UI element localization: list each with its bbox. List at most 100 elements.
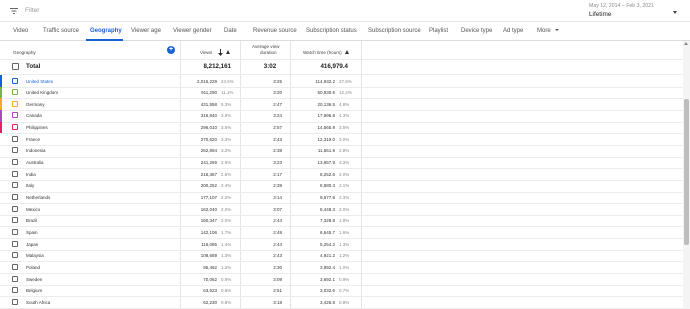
series-color-indicator <box>0 98 2 110</box>
row-checkbox[interactable] <box>12 77 18 84</box>
watch-time-percent: 1.8% <box>339 218 350 224</box>
watch-time-percent: 1.2% <box>339 253 350 259</box>
add-comparison-button[interactable]: + <box>167 46 175 54</box>
country-name: United Kingdom <box>26 90 59 96</box>
table-row[interactable]: Indonesia 262,894 3.2% 2:38 11,561.9 2.8% <box>0 145 683 157</box>
tab-revenue-source[interactable]: Revenue source <box>253 28 297 34</box>
table-row[interactable]: Germany 431,558 5.3% 2:47 20,136.5 4.8% <box>0 98 683 110</box>
tab-video[interactable]: Video <box>13 28 28 34</box>
row-checkbox[interactable] <box>12 147 18 154</box>
table-row[interactable]: Mexico 162,040 2.0% 3:07 8,448.3 2.0% <box>0 203 683 215</box>
table-row[interactable]: India 216,367 2.6% 2:17 8,252.6 2.0% <box>0 168 683 180</box>
row-checkbox[interactable] <box>12 194 18 200</box>
watch-time-value: 14,565.9 <box>317 125 335 131</box>
filter-icon[interactable] <box>10 7 18 15</box>
tab-ad-type[interactable]: Ad type <box>503 28 523 34</box>
avd-value: 3:20 <box>273 90 282 96</box>
views-value: 70,062 <box>203 276 217 282</box>
tab-viewer-gender[interactable]: Viewer gender <box>173 28 212 34</box>
table-row[interactable]: Japan 115,085 1.4% 2:44 5,254.2 1.3% <box>0 238 683 250</box>
series-color-indicator <box>0 86 2 99</box>
tab-date[interactable]: Date <box>224 28 237 34</box>
views-value: 2,015,229 <box>196 78 217 84</box>
table-row[interactable]: South Africa 62,230 0.8% 3:18 3,426.5 0.8% <box>0 296 683 308</box>
views-percent: 24.5% <box>221 78 234 84</box>
views-percent: 3.2% <box>221 148 232 154</box>
views-value: 431,558 <box>200 101 217 107</box>
table-row[interactable]: United States 2,015,229 24.5% 3:25 114,932.2… <box>0 75 683 87</box>
row-checkbox[interactable] <box>12 252 18 259</box>
watch-time-percent: 2.0% <box>339 171 350 177</box>
row-checkbox[interactable] <box>12 170 18 177</box>
watch-time-value: 17,996.8 <box>317 113 335 119</box>
tab-more[interactable]: More <box>537 28 559 34</box>
table-row[interactable]: Sweden 70,062 0.9% 3:09 3,692.1 0.9% <box>0 273 683 285</box>
table-row[interactable]: France 270,620 3.3% 2:43 12,319.0 3.0% <box>0 133 683 145</box>
scrollbar-thumb[interactable] <box>684 99 689 245</box>
watch-time-percent: 2.0% <box>339 206 350 212</box>
watch-time-percent: 1.3% <box>339 241 350 247</box>
views-percent: 1.3% <box>221 253 232 259</box>
table-row[interactable]: Italy 200,252 2.4% 2:39 8,880.3 2.1% <box>0 180 683 192</box>
tab-geography[interactable]: Geography <box>90 28 122 34</box>
views-percent: 3.9% <box>221 113 232 119</box>
table-row[interactable]: Brazil 160,347 2.0% 2:44 7,328.8 1.8% <box>0 215 683 227</box>
table-row[interactable]: Netherlands 177,107 2.2% 3:14 9,577.8 2.3% <box>0 192 683 204</box>
row-checkbox[interactable] <box>12 112 18 119</box>
tab-subscription-status[interactable]: Subscription status <box>306 28 357 34</box>
table-row[interactable]: Belgium 63,523 0.8% 2:51 3,032.6 0.7% <box>0 285 683 297</box>
avd-value: 2:30 <box>273 264 282 270</box>
row-checkbox[interactable] <box>12 135 18 142</box>
table-row[interactable]: United Kingdom 911,290 11.1% 3:20 50,830.5 12… <box>0 86 683 99</box>
tab-playlist[interactable]: Playlist <box>429 28 448 34</box>
row-checkbox[interactable] <box>12 159 18 166</box>
table-row[interactable]: Philippines 296,010 3.6% 2:57 14,565.9 3.5% <box>0 121 683 134</box>
row-checkbox[interactable] <box>12 263 18 270</box>
tab-device-type[interactable]: Device type <box>461 28 492 34</box>
tab-subscription-source[interactable]: Subscription source <box>368 28 421 34</box>
sort-arrow-down-icon[interactable] <box>218 49 223 56</box>
views-percent: 2.6% <box>221 171 232 177</box>
watch-time-percent: 3.3% <box>339 160 350 166</box>
chevron-down-icon[interactable] <box>673 11 677 14</box>
country-name: Malaysia <box>26 253 44 259</box>
avd-value: 2:44 <box>273 241 282 247</box>
tab-viewer-age[interactable]: Viewer age <box>131 28 161 34</box>
series-color-indicator <box>0 75 2 87</box>
row-checkbox[interactable] <box>12 217 18 224</box>
column-header-views[interactable]: Views <box>200 50 212 55</box>
column-header-geography[interactable]: Geography <box>13 50 36 55</box>
row-checkbox[interactable] <box>12 124 18 131</box>
table-row[interactable]: Canada 316,940 3.9% 3:24 17,996.8 4.3% <box>0 109 683 122</box>
table-row[interactable]: Australia 241,269 2.9% 3:23 13,657.9 3.3% <box>0 157 683 169</box>
row-checkbox[interactable] <box>12 182 18 189</box>
watch-time-value: 7,328.8 <box>319 218 335 224</box>
total-row: Total 8,212,161 3:02 416,979.4 <box>0 59 683 74</box>
watch-time-percent: 2.8% <box>339 148 350 154</box>
table-row[interactable]: Poland 95,462 1.2% 2:30 3,992.4 1.0% <box>0 261 683 273</box>
views-value: 216,367 <box>200 171 217 177</box>
watch-time-value: 11,561.9 <box>317 148 335 154</box>
total-checkbox[interactable] <box>12 63 19 70</box>
date-range-select[interactable]: Lifetime <box>589 11 611 18</box>
row-checkbox[interactable] <box>12 228 18 235</box>
row-checkbox[interactable] <box>12 287 18 294</box>
scroll-up-arrow-icon[interactable] <box>684 42 688 45</box>
row-checkbox[interactable] <box>12 240 18 247</box>
row-checkbox[interactable] <box>12 100 18 107</box>
row-checkbox[interactable] <box>12 298 18 305</box>
filter-input[interactable]: Filter <box>25 7 39 14</box>
watch-time-percent: 0.8% <box>339 299 350 305</box>
views-value: 95,462 <box>203 264 217 270</box>
caret-down-icon <box>554 29 559 32</box>
row-checkbox[interactable] <box>12 205 18 212</box>
table-row[interactable]: Spain 142,106 1.7% 2:48 6,645.7 1.6% <box>0 226 683 238</box>
avd-value: 2:43 <box>273 253 282 259</box>
column-header-avd-line2[interactable]: duration <box>260 50 277 55</box>
tab-traffic-source[interactable]: Traffic source <box>43 28 79 34</box>
column-header-watch-time[interactable]: Watch time (hours) <box>303 50 342 55</box>
row-checkbox[interactable] <box>12 89 18 96</box>
table-row[interactable]: Malaysia 108,689 1.3% 2:43 4,921.2 1.2% <box>0 250 683 262</box>
row-checkbox[interactable] <box>12 275 18 282</box>
column-header-avd-line1[interactable]: Average view <box>252 44 280 49</box>
